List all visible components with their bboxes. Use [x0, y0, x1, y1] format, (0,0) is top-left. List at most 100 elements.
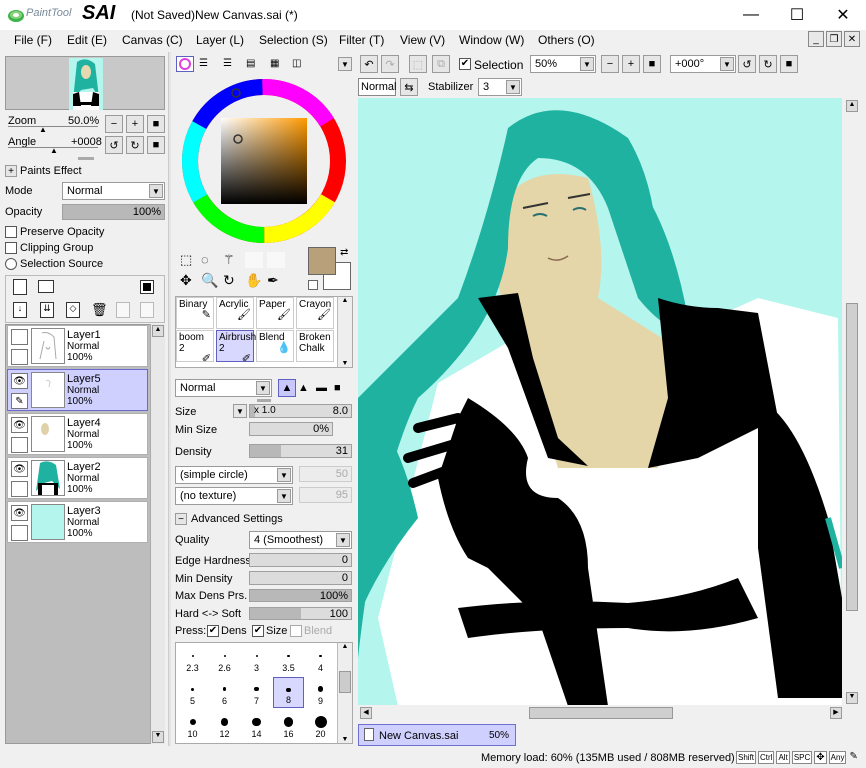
brush-size-preset[interactable]: 5 [177, 677, 208, 708]
scroll-down-icon[interactable]: ▼ [152, 731, 164, 743]
merge-down-icon[interactable]: ⇊ [40, 302, 54, 318]
layer-row[interactable]: 👁 Layer3 Normal 100% [7, 501, 148, 543]
color-wheel[interactable] [180, 77, 348, 245]
brush-shape-square-icon[interactable]: ■ [334, 382, 341, 394]
clear-layer-icon[interactable]: ◇ [66, 302, 80, 318]
layer-row[interactable]: 👁 Layer4 Normal 100% [7, 413, 148, 455]
canvas-hscrollbar[interactable]: ◀ ▶ [358, 705, 844, 721]
hsv-slider-tab-icon[interactable]: ☰ [223, 58, 232, 69]
brush-shape-select[interactable]: (simple circle) ▼ [175, 466, 293, 484]
tool-airbrush2[interactable]: Airbrush 2 ✐ [216, 330, 256, 365]
toolbar-rotate-right-icon[interactable]: ↻ [759, 55, 777, 73]
brush-size-preset[interactable]: 4 [305, 644, 336, 675]
zoom-select[interactable]: 50% ▼ [530, 55, 596, 73]
move-icon[interactable]: ✥ [180, 272, 192, 289]
new-layer-icon[interactable] [13, 279, 27, 295]
brush-size-scrollbar[interactable]: ▲ ▼ [337, 643, 352, 743]
selection-source-radio[interactable] [5, 258, 17, 270]
menu-edit[interactable]: Edit (E) [67, 33, 107, 47]
menu-canvas[interactable]: Canvas (C) [122, 33, 183, 47]
max-density-slider[interactable]: 100% [249, 589, 352, 602]
brush-size-preset[interactable]: 9 [305, 677, 336, 708]
magic-wand-icon[interactable]: ⚚ [223, 252, 235, 268]
canvas-vscrollbar[interactable]: ▲ ▼ [844, 98, 860, 706]
lock-toggle[interactable] [11, 437, 28, 453]
brush-shape-sharp-icon[interactable]: ▲ [278, 379, 296, 397]
zoom-in-icon[interactable]: + [126, 115, 144, 133]
brush-blend-mode-select[interactable]: Normal ▼ [175, 379, 272, 397]
maximize-button[interactable]: ☐ [774, 0, 820, 30]
scroll-thumb[interactable] [339, 671, 351, 693]
visibility-toggle[interactable] [11, 329, 28, 345]
zoom-tool-icon[interactable]: 🔍 [201, 272, 218, 289]
angle-slider-thumb[interactable]: ▲ [50, 146, 58, 155]
toolbar-zoom-out-icon[interactable]: − [601, 55, 619, 73]
primary-color-swatch[interactable] [308, 247, 336, 275]
tool-boom2[interactable]: boom 2 ✐ [176, 330, 214, 365]
min-size-slider[interactable]: 0% [249, 422, 333, 436]
zoom-slider-thumb[interactable]: ▲ [39, 125, 47, 134]
scroll-up-icon[interactable]: ▲ [846, 100, 858, 112]
scroll-down-icon[interactable]: ▼ [338, 736, 352, 743]
rotate-reset-icon[interactable]: ■ [147, 136, 165, 154]
palette-tab-icon[interactable]: ▤ [246, 58, 255, 69]
menu-layer[interactable]: Layer (L) [196, 33, 244, 47]
flip-horizontal-icon[interactable]: ⇆ [400, 78, 418, 96]
brush-size-preset[interactable]: 2.6 [209, 644, 240, 675]
quality-select[interactable]: 4 (Smoothest) ▼ [249, 531, 352, 549]
mdi-minimize-icon[interactable]: _ [808, 31, 824, 47]
press-size-checkbox[interactable]: ✔ [252, 625, 264, 637]
delete-layer-icon[interactable]: 🗑 [91, 302, 108, 318]
layer-row[interactable]: 👁 Layer2 Normal 100% [7, 457, 148, 499]
menu-filter[interactable]: Filter (T) [339, 33, 384, 47]
minimize-button[interactable]: — [728, 0, 774, 30]
edge-hardness-slider[interactable]: 0 [249, 553, 352, 567]
paints-effect-label[interactable]: Paints Effect [20, 165, 82, 177]
density-slider[interactable]: 31 [249, 444, 352, 458]
close-button[interactable]: ✕ [820, 0, 866, 30]
eyedropper-icon[interactable]: ✒ [267, 272, 279, 289]
tool-blend[interactable]: Blend 💧 [256, 330, 294, 362]
rotate-left-icon[interactable]: ↺ [105, 136, 123, 154]
brush-size-preset[interactable]: 12 [209, 710, 240, 741]
menu-file[interactable]: File (F) [14, 33, 52, 47]
scroll-thumb[interactable] [846, 303, 858, 611]
brush-size-preset[interactable]: 6 [209, 677, 240, 708]
hard-soft-slider[interactable]: 100 [249, 607, 352, 620]
scroll-down-icon[interactable]: ▼ [338, 360, 352, 367]
layer-mode-select[interactable]: Normal ▼ [62, 182, 165, 200]
tool-acrylic[interactable]: Acrylic 🖌 [216, 297, 254, 329]
layer-row-selected[interactable]: 👁 ✎ Layer5 Normal 100% [7, 369, 148, 411]
toolbar-rotate-left-icon[interactable]: ↺ [738, 55, 756, 73]
transfer-down-icon[interactable]: ↓ [13, 302, 27, 318]
scroll-up-icon[interactable]: ▲ [152, 325, 164, 337]
rotate-tool-icon[interactable]: ↻ [223, 272, 235, 289]
menu-window[interactable]: Window (W) [459, 33, 524, 47]
transparent-color-icon[interactable] [308, 280, 318, 290]
scroll-down-icon[interactable]: ▼ [846, 692, 858, 704]
brush-size-preset[interactable]: 7 [241, 677, 272, 708]
invert-selection-icon[interactable]: ⧉ [432, 55, 450, 73]
mdi-close-icon[interactable]: ✕ [844, 31, 860, 47]
scroll-up-icon[interactable]: ▲ [338, 643, 352, 650]
rgb-slider-tab-icon[interactable]: ☰ [199, 58, 208, 69]
layer-row[interactable]: Layer1 Normal 100% [7, 325, 148, 367]
layer-mask-icon[interactable] [140, 280, 154, 294]
undo-icon[interactable]: ↶ [360, 55, 378, 73]
brush-size-preset[interactable]: 20 [305, 710, 336, 741]
panel-splitter[interactable] [78, 157, 94, 160]
brush-size-preset[interactable]: 2.3 [177, 644, 208, 675]
scroll-thumb[interactable] [529, 707, 673, 719]
brush-size-preset[interactable]: 3 [241, 644, 272, 675]
toolbar-menu-icon[interactable]: ▼ [338, 57, 352, 71]
paints-effect-expand-icon[interactable]: + [5, 165, 17, 177]
mdi-restore-icon[interactable]: ❐ [826, 31, 842, 47]
redo-icon[interactable]: ↷ [381, 55, 399, 73]
lock-toggle[interactable] [11, 349, 28, 365]
toolbar-blend-mode[interactable]: Normal [358, 78, 396, 96]
rect-select-icon[interactable]: ⬚ [180, 252, 192, 268]
hand-icon[interactable]: ✋ [245, 272, 262, 289]
panel-divider[interactable] [168, 52, 171, 746]
canvas[interactable] [358, 98, 842, 706]
canvas-tab[interactable]: New Canvas.sai 50% [358, 724, 516, 746]
